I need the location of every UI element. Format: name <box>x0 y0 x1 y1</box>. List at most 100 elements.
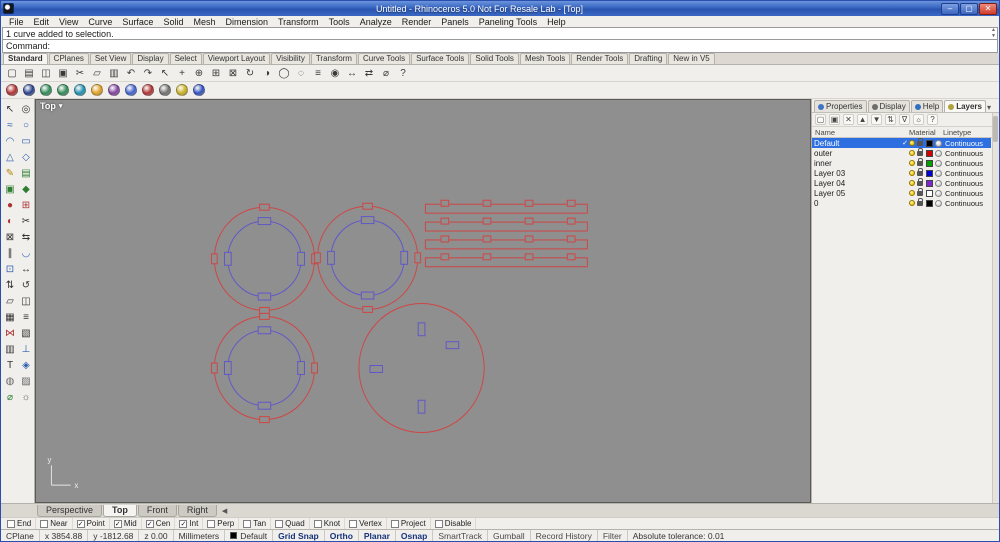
layer-linetype[interactable]: Continuous <box>945 189 989 198</box>
osnap-checkbox[interactable]: ✓ <box>113 519 122 528</box>
layer-material-icon[interactable] <box>935 159 942 167</box>
fillet-icon[interactable]: ◡ <box>18 245 34 261</box>
menu-tools[interactable]: Tools <box>324 17 355 27</box>
osnap-near[interactable]: Near <box>36 518 73 529</box>
scrollbar-thumb[interactable] <box>993 116 998 142</box>
move-icon[interactable]: ↔ <box>344 66 360 81</box>
osnap-knot[interactable]: Knot <box>310 518 346 529</box>
plate-outer-tab[interactable] <box>259 416 270 424</box>
osnap-checkbox[interactable]: ✓ <box>179 519 188 528</box>
plate-inner-tab[interactable] <box>257 217 272 226</box>
panel-tab-display[interactable]: Display <box>867 100 910 112</box>
disc-slot[interactable] <box>369 365 384 373</box>
viewport-tab-top[interactable]: Top <box>103 504 137 517</box>
osnap-checkbox[interactable]: ✓ <box>145 519 154 528</box>
toolbar-tab-set-view[interactable]: Set View <box>89 53 132 64</box>
sun-icon[interactable] <box>91 84 103 96</box>
toolbar-tab-display[interactable]: Display <box>132 53 169 64</box>
layer-on-bulb-icon[interactable] <box>909 150 915 156</box>
filter-icon[interactable]: ∇ <box>899 114 911 125</box>
strip-notch[interactable] <box>440 235 450 243</box>
viewport-top[interactable]: Top ▾ xy <box>35 99 812 503</box>
viewport-title[interactable]: Top ▾ <box>40 101 62 111</box>
viewport-tab-front[interactable]: Front <box>137 504 177 517</box>
menu-render[interactable]: Render <box>397 17 437 27</box>
freeform-icon[interactable]: ✎ <box>2 165 18 181</box>
text-icon[interactable]: T <box>2 357 18 373</box>
status-toggle-record-history[interactable]: Record History <box>531 530 598 541</box>
layer-row-default[interactable]: Default ✓ Continuous <box>812 138 991 148</box>
layer-row-layer-04[interactable]: Layer 04 Continuous <box>812 177 991 188</box>
strip-notch[interactable] <box>524 253 534 261</box>
toolbar-tab-drafting[interactable]: Drafting <box>629 53 668 64</box>
material-icon[interactable]: ▨ <box>18 373 34 389</box>
redo-icon[interactable]: ↷ <box>140 66 156 81</box>
disc-slot[interactable] <box>417 399 426 414</box>
layer-on-bulb-icon[interactable] <box>909 180 915 186</box>
layer-linetype[interactable]: Continuous <box>945 159 989 168</box>
shade-icon[interactable]: ◑ <box>259 66 275 81</box>
status-toggle-grid-snap[interactable]: Grid Snap <box>273 530 325 541</box>
menu-solid[interactable]: Solid <box>158 17 188 27</box>
menu-dimension[interactable]: Dimension <box>220 17 273 27</box>
status-toggle-planar[interactable]: Planar <box>359 530 396 541</box>
panel-tab-layers[interactable]: Layers <box>944 100 986 112</box>
layer-color-swatch[interactable] <box>926 139 933 147</box>
osnap-checkbox[interactable] <box>434 519 443 528</box>
layer-lock-icon[interactable] <box>917 187 923 196</box>
curve-icon[interactable]: ≈ <box>2 117 18 133</box>
menu-transform[interactable]: Transform <box>273 17 324 27</box>
toolbar-tab-select[interactable]: Select <box>169 53 202 64</box>
plate-outer-tab[interactable] <box>210 253 218 265</box>
boolean-icon[interactable]: ⋈ <box>2 325 18 341</box>
plate-inner-tab[interactable] <box>297 251 305 266</box>
panel-tab-help[interactable]: Help <box>910 100 944 112</box>
select-arrow-icon[interactable]: ↖ <box>2 101 18 117</box>
toolbar-tab-surface-tools[interactable]: Surface Tools <box>411 53 470 64</box>
column-header-material[interactable]: Material <box>909 128 943 137</box>
panel-options-icon[interactable]: ▾ <box>987 103 991 112</box>
save-icon[interactable]: ◫ <box>38 66 54 81</box>
strip-outline[interactable] <box>424 239 588 250</box>
undo-icon[interactable]: ↶ <box>123 66 139 81</box>
ellipse-icon[interactable]: ◇ <box>18 149 34 165</box>
array-icon[interactable]: ▦ <box>2 309 18 325</box>
layer-row-inner[interactable]: inner Continuous <box>812 157 991 168</box>
rectangle-icon[interactable]: ▭ <box>18 133 34 149</box>
plate-outer-tab[interactable] <box>210 362 218 374</box>
column-header-name[interactable]: Name <box>815 128 909 137</box>
plate-inner-tab[interactable] <box>360 216 375 225</box>
disc-slot[interactable] <box>417 322 426 337</box>
rotate-icon[interactable]: ↺ <box>18 277 34 293</box>
osnap-int[interactable]: ✓ Int <box>175 518 204 529</box>
layer-color-swatch[interactable] <box>926 199 933 207</box>
move-down-icon[interactable]: ▼ <box>871 114 883 125</box>
cylinder-icon[interactable]: ◐ <box>2 213 18 229</box>
layer-lock-icon[interactable] <box>917 157 923 166</box>
status-toggle-gumball[interactable]: Gumball <box>488 530 531 541</box>
toolbar-tab-solid-tools[interactable]: Solid Tools <box>470 53 519 64</box>
panel-tab-properties[interactable]: Properties <box>814 100 867 112</box>
scroll-down-icon[interactable]: ▼ <box>991 34 996 39</box>
osnap-point[interactable]: ✓ Point <box>73 518 110 529</box>
hide-icon[interactable]: ◌ <box>293 66 309 81</box>
viewport-menu-caret-icon[interactable]: ▾ <box>59 102 63 110</box>
move-tool-icon[interactable]: ↔ <box>18 261 34 277</box>
layer-name[interactable]: Default <box>814 139 901 148</box>
layer-color-swatch[interactable] <box>926 189 933 197</box>
cplane-button[interactable]: CPlane <box>1 530 40 541</box>
strip-notch[interactable] <box>566 253 576 261</box>
layer-lock-icon[interactable] <box>917 197 923 206</box>
plate-outer-tab[interactable] <box>259 203 270 211</box>
strip-notch[interactable] <box>566 199 576 207</box>
osnap-checkbox[interactable] <box>275 519 284 528</box>
layer-color-swatch[interactable] <box>926 159 933 167</box>
plate-inner-tab[interactable] <box>223 361 232 375</box>
chamfer-icon[interactable]: ⊡ <box>2 261 18 277</box>
osnap-checkbox[interactable] <box>243 519 252 528</box>
toolbar-tab-mesh-tools[interactable]: Mesh Tools <box>519 53 571 64</box>
zoom-extents-icon[interactable]: ⊠ <box>225 66 241 81</box>
open-file-icon[interactable]: ▤ <box>21 66 37 81</box>
layer-name[interactable]: Layer 03 <box>814 169 901 178</box>
osnap-checkbox[interactable]: ✓ <box>76 519 85 528</box>
